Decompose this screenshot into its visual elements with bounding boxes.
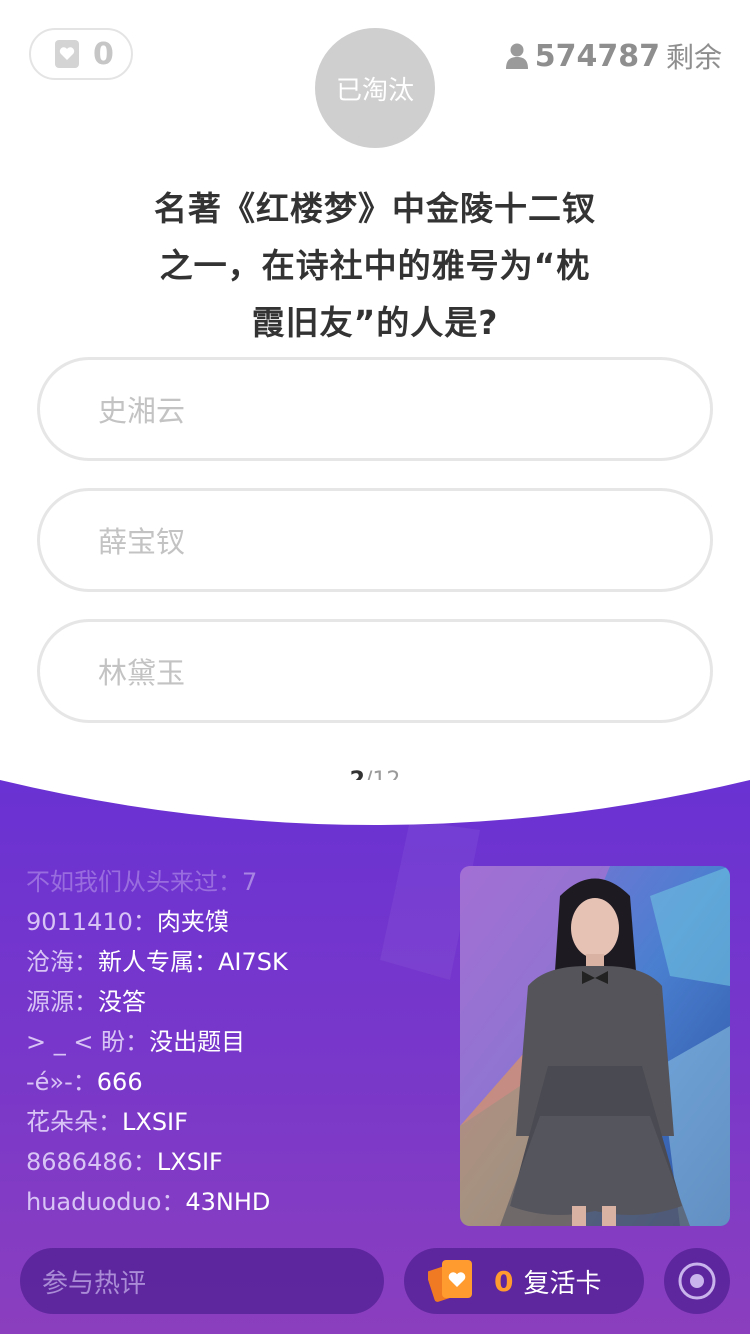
comment-text: 肉夹馍: [156, 908, 229, 936]
answer-option-c[interactable]: 林黛玉: [37, 619, 713, 723]
comment-item: > _ < 盼：没出题目: [26, 1022, 446, 1062]
comment-user: 花朵朵：: [26, 1108, 122, 1136]
comment-text: 新人专属：AI7SK: [98, 948, 288, 976]
comment-item: 花朵朵：LXSIF: [26, 1102, 446, 1142]
comment-item: 沧海：新人专属：AI7SK: [26, 942, 446, 982]
comment-user: 沧海：: [26, 948, 98, 976]
comment-user: > _ < 盼：: [26, 1028, 150, 1056]
live-panel: 不如我们从头来过：7 9011410：肉夹馍 沧海：新人专属：AI7SK 源源：…: [0, 780, 750, 1334]
remaining-players: 574787 剩余: [505, 36, 722, 76]
comment-item: huaduoduo：43NHD: [26, 1182, 446, 1222]
comment-user: 源源：: [26, 988, 98, 1016]
answer-option-a[interactable]: 史湘云: [37, 357, 713, 461]
comment-item: 源源：没答: [26, 982, 446, 1022]
comment-item: -é»-：666: [26, 1062, 446, 1102]
lives-counter[interactable]: 0: [29, 28, 133, 80]
quiz-panel: 0 已淘汰 574787 剩余 名著《红楼梦》中金陵十二钗 之一，在诗社中的雅号…: [0, 0, 750, 830]
comment-text: 666: [96, 1068, 143, 1096]
question-text: 名著《红楼梦》中金陵十二钗 之一，在诗社中的雅号为“枕 霞旧友”的人是?: [120, 180, 630, 351]
comment-input[interactable]: 参与热评: [20, 1248, 384, 1314]
record-button[interactable]: [664, 1248, 730, 1314]
comment-feed: 不如我们从头来过：7 9011410：肉夹馍 沧海：新人专属：AI7SK 源源：…: [26, 862, 446, 1232]
question-line: 名著《红楼梦》中金陵十二钗: [154, 189, 596, 228]
comment-text: 43NHD: [185, 1188, 271, 1216]
comment-user: huaduoduo：: [26, 1188, 186, 1216]
eliminated-status: 已淘汰: [315, 28, 435, 148]
record-icon: [678, 1262, 716, 1300]
answer-option-b[interactable]: 薛宝钗: [37, 488, 713, 592]
comment-text: 没答: [98, 988, 146, 1016]
revive-count: 0: [494, 1264, 514, 1298]
comment-item: 9011410：肉夹馍: [26, 902, 446, 942]
comment-user: 8686486：: [26, 1148, 157, 1176]
comment-item: 不如我们从头来过：7: [26, 862, 446, 902]
comment-text: LXSIF: [122, 1108, 188, 1136]
comment-user: 不如我们从头来过：: [26, 868, 242, 896]
comment-user: 9011410：: [26, 908, 157, 936]
question-line: 之一，在诗社中的雅号为“枕: [159, 246, 591, 285]
comment-user: -é»-：: [26, 1068, 97, 1096]
comment-text: 7: [242, 868, 258, 896]
heart-icon: [55, 40, 79, 68]
curve-divider: [0, 780, 750, 825]
comment-text: LXSIF: [156, 1148, 223, 1176]
remaining-label: 剩余: [665, 41, 722, 74]
comment-item: 8686486：LXSIF: [26, 1142, 446, 1182]
lives-count: 0: [93, 36, 114, 72]
question-line: 霞旧友”的人是?: [251, 303, 499, 342]
person-icon: [505, 43, 528, 69]
revive-card-button[interactable]: 0 复活卡: [404, 1248, 644, 1314]
comment-text: 没出题目: [149, 1028, 246, 1056]
revive-label: 复活卡: [523, 1268, 602, 1299]
revive-card-icon: [428, 1260, 472, 1302]
remaining-count: 574787: [534, 38, 660, 74]
host-video[interactable]: [460, 866, 730, 1226]
